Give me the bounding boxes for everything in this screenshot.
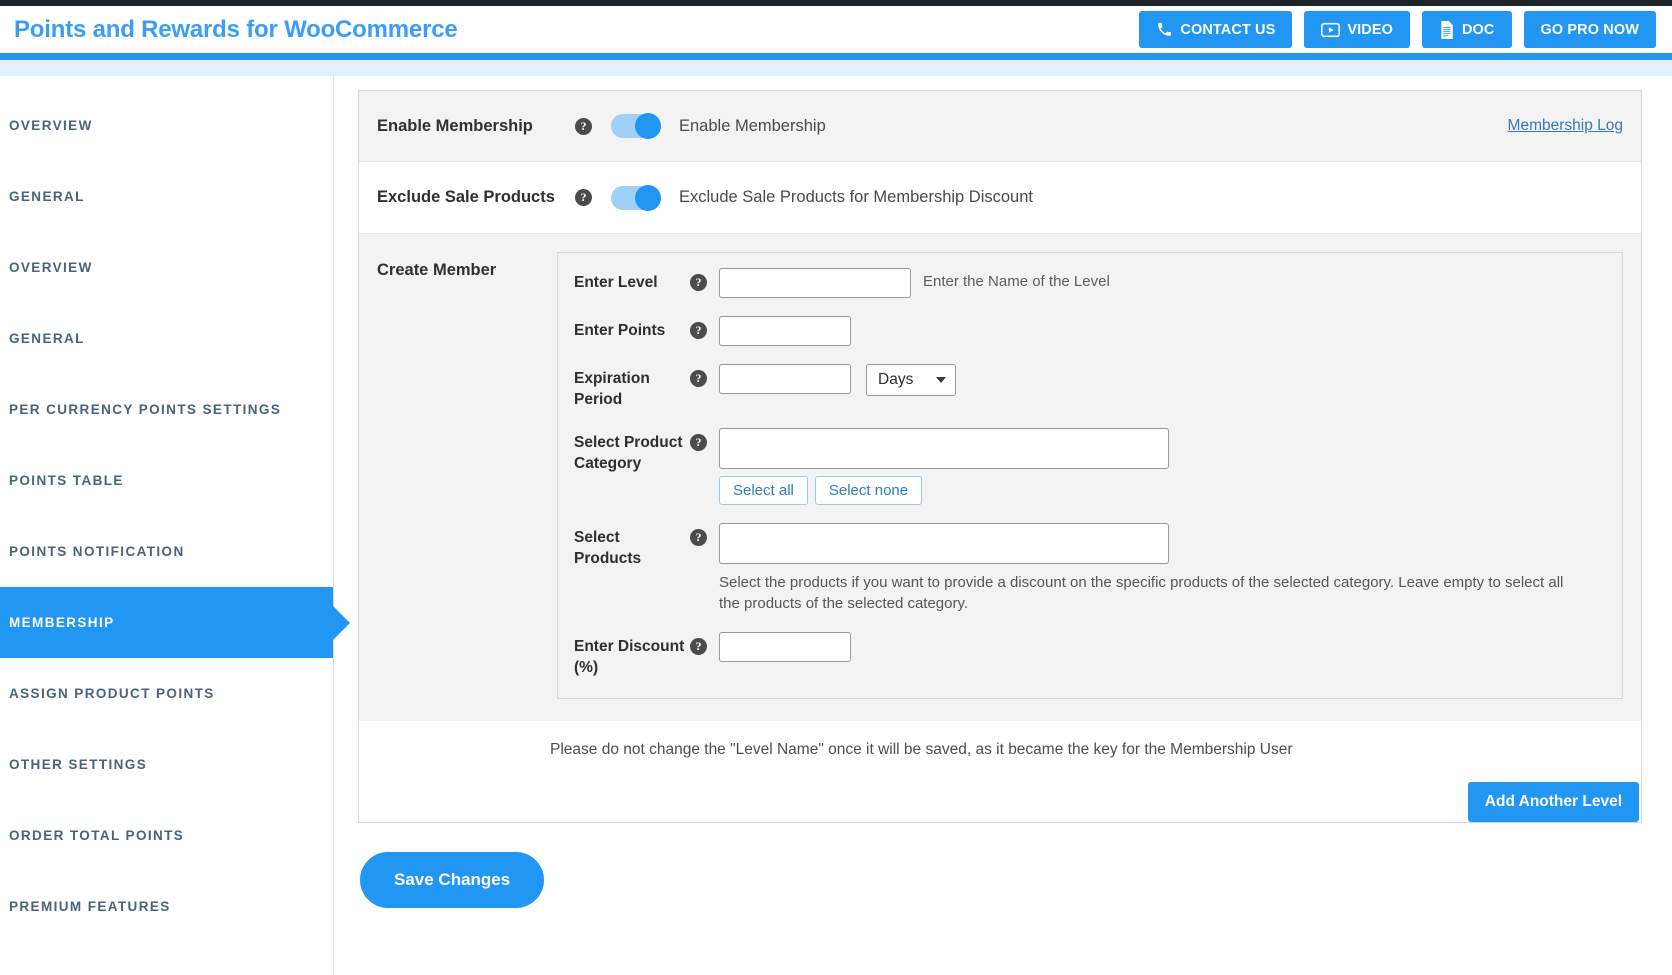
sidebar-item-membership[interactable]: MEMBERSHIP — [0, 587, 333, 658]
sidebar-item-label: OTHER SETTINGS — [9, 757, 148, 772]
sidebar-item-points-notification[interactable]: POINTS NOTIFICATION — [0, 516, 333, 587]
select-all-categories-button[interactable]: Select all — [719, 476, 808, 505]
sidebar-item-label: GENERAL — [9, 189, 85, 204]
sidebar-item-per-currency-points-settings[interactable]: PER CURRENCY POINTS SETTINGS — [0, 374, 333, 445]
toggle-knob — [635, 113, 661, 139]
exclude-sale-products-toggle[interactable] — [611, 184, 661, 211]
select-product-category-input[interactable] — [719, 428, 1169, 469]
contact-us-label: CONTACT US — [1180, 21, 1276, 38]
header-pale-band — [0, 60, 1672, 76]
enable-membership-row: Enable Membership ? Enable Membership Me… — [359, 91, 1641, 162]
toggle-knob — [635, 184, 661, 211]
select-products-label: Select Products — [574, 529, 642, 567]
select-products-field: Select Products ? Select the products if… — [574, 523, 1606, 614]
sidebar-item-label: OVERVIEW — [9, 118, 93, 133]
header-accent-rule — [0, 53, 1672, 60]
expiration-unit-select[interactable]: Days — [866, 364, 956, 396]
create-member-fieldset: Enter Level ? Enter the Name of the Leve… — [557, 252, 1623, 699]
enter-level-field: Enter Level ? Enter the Name of the Leve… — [574, 268, 1606, 298]
add-another-level-row: Add Another Level — [359, 759, 1641, 822]
sidebar-item-label: ORDER TOTAL POINTS — [9, 828, 185, 843]
add-another-level-button[interactable]: Add Another Level — [1467, 782, 1639, 822]
sidebar-item-label: PER CURRENCY POINTS SETTINGS — [9, 402, 282, 417]
doc-button[interactable]: DOC — [1421, 11, 1512, 48]
select-none-categories-button[interactable]: Select none — [814, 476, 923, 505]
enter-discount-label: Enter Discount (%) — [574, 638, 685, 676]
enter-level-input[interactable] — [719, 268, 911, 298]
enter-points-label: Enter Points — [574, 322, 666, 339]
exclude-sale-products-toggle-label: Exclude Sale Products for Membership Dis… — [679, 188, 1033, 206]
chevron-down-icon — [936, 377, 946, 383]
level-name-note: Please do not change the "Level Name" on… — [550, 741, 1293, 758]
membership-log-link[interactable]: Membership Log — [1508, 117, 1623, 135]
page-header: Points and Rewards for WooCommerce CONTA… — [0, 6, 1672, 53]
page-body: OVERVIEW GENERAL OVERVIEW GENERAL PER CU… — [0, 76, 1672, 975]
enter-level-label: Enter Level — [574, 274, 658, 291]
go-pro-now-label: GO PRO NOW — [1540, 21, 1639, 38]
sidebar-item-points-table[interactable]: POINTS TABLE — [0, 445, 333, 516]
sidebar-item-label: ASSIGN PRODUCT POINTS — [9, 686, 215, 701]
enable-membership-toggle[interactable] — [611, 113, 661, 139]
sidebar-item-label: POINTS TABLE — [9, 473, 124, 488]
settings-sidebar: OVERVIEW GENERAL OVERVIEW GENERAL PER CU… — [0, 76, 334, 975]
sidebar-item-label: POINTS NOTIFICATION — [9, 544, 185, 559]
exclude-sale-products-row: Exclude Sale Products ? Exclude Sale Pro… — [359, 162, 1641, 233]
sidebar-item-order-total-points[interactable]: ORDER TOTAL POINTS — [0, 800, 333, 871]
video-label: VIDEO — [1347, 21, 1393, 38]
sidebar-item-premium-features[interactable]: PREMIUM FEATURES — [0, 871, 333, 942]
video-button[interactable]: VIDEO — [1304, 11, 1410, 48]
help-icon[interactable]: ? — [690, 274, 707, 291]
help-icon[interactable]: ? — [690, 370, 707, 387]
enable-membership-toggle-label: Enable Membership — [679, 116, 826, 135]
video-icon — [1321, 22, 1341, 38]
header-actions: CONTACT US VIDEO DOC GO PRO NOW — [1139, 11, 1656, 48]
select-products-input[interactable] — [719, 523, 1169, 564]
create-member-section: Create Member Enter Level ? Enter the Na… — [359, 233, 1641, 721]
enter-points-field: Enter Points ? — [574, 316, 1606, 346]
sidebar-item-other-settings[interactable]: OTHER SETTINGS — [0, 729, 333, 800]
sidebar-item-general-1[interactable]: GENERAL — [0, 161, 333, 232]
expiration-period-input[interactable] — [719, 364, 851, 394]
sidebar-item-assign-product-points[interactable]: ASSIGN PRODUCT POINTS — [0, 658, 333, 729]
help-icon[interactable]: ? — [575, 189, 592, 206]
contact-us-button[interactable]: CONTACT US — [1139, 11, 1293, 48]
membership-settings-panel: Enable Membership ? Enable Membership Me… — [358, 90, 1642, 823]
enable-membership-label: Enable Membership — [377, 116, 533, 135]
enter-points-input[interactable] — [719, 316, 851, 346]
document-icon — [1439, 20, 1455, 39]
sidebar-item-overview-2[interactable]: OVERVIEW — [0, 232, 333, 303]
enter-discount-input[interactable] — [719, 632, 851, 662]
sidebar-item-label: PREMIUM FEATURES — [9, 899, 171, 914]
help-icon[interactable]: ? — [690, 638, 707, 655]
save-changes-row: Save Changes — [358, 823, 1642, 908]
expiration-period-label: Expiration Period — [574, 370, 650, 408]
sidebar-item-label: OVERVIEW — [9, 260, 93, 275]
expiration-unit-value: Days — [878, 371, 914, 388]
help-icon[interactable]: ? — [690, 529, 707, 546]
exclude-sale-products-label: Exclude Sale Products — [377, 188, 555, 206]
doc-label: DOC — [1461, 21, 1495, 38]
select-products-note: Select the products if you want to provi… — [719, 574, 1564, 612]
help-icon[interactable]: ? — [690, 434, 707, 451]
select-product-category-field: Select Product Category ? Select all Sel… — [574, 428, 1606, 505]
create-member-title: Create Member — [377, 261, 497, 279]
phone-icon — [1156, 21, 1173, 38]
sidebar-item-label: MEMBERSHIP — [9, 615, 115, 630]
expiration-period-field: Expiration Period ? Days — [574, 364, 1606, 410]
sidebar-item-general-2[interactable]: GENERAL — [0, 303, 333, 374]
help-icon[interactable]: ? — [690, 322, 707, 339]
enter-discount-field: Enter Discount (%) ? — [574, 632, 1606, 678]
save-changes-button[interactable]: Save Changes — [360, 852, 545, 908]
sidebar-item-overview-1[interactable]: OVERVIEW — [0, 90, 333, 161]
sidebar-item-label: GENERAL — [9, 331, 85, 346]
settings-main: Enable Membership ? Enable Membership Me… — [334, 76, 1672, 975]
page-title: Points and Rewards for WooCommerce — [14, 15, 458, 43]
go-pro-now-button[interactable]: GO PRO NOW — [1523, 11, 1656, 48]
enter-level-hint: Enter the Name of the Level — [923, 273, 1110, 290]
select-product-category-label: Select Product Category — [574, 434, 683, 472]
help-icon[interactable]: ? — [575, 117, 592, 135]
